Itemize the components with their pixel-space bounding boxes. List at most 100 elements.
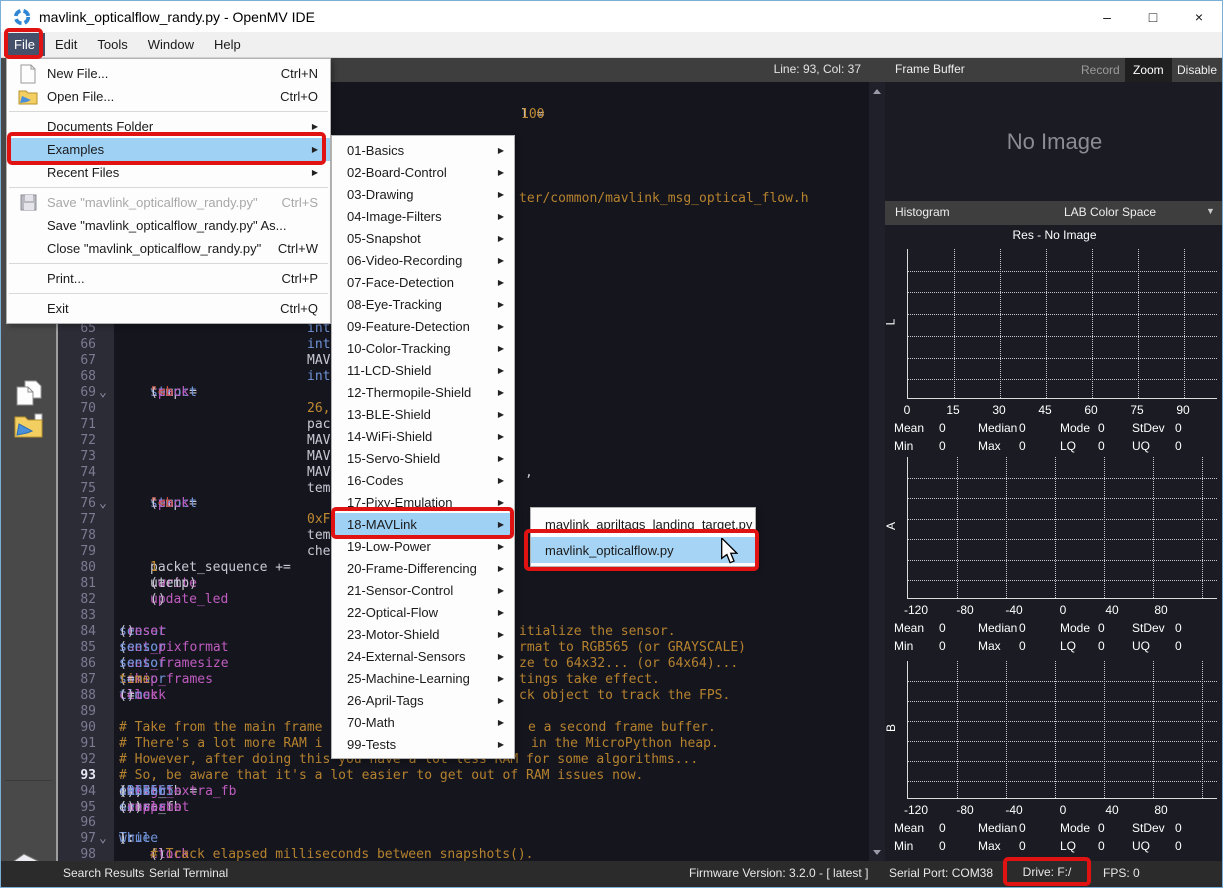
menu-separator [7,260,330,267]
examples-item-16-codes[interactable]: 16-Codes▶ [332,469,514,491]
file-menu-item-open-file[interactable]: Open File...Ctrl+O [7,85,330,108]
examples-item-14-wifi-shield[interactable]: 14-WiFi-Shield ▶ [332,425,514,447]
open-folder-icon [15,89,41,105]
file-menu-item-recent-files[interactable]: Recent Files▶ [7,161,330,184]
examples-item-21-sensor-control[interactable]: 21-Sensor-Control▶ [332,579,514,601]
examples-item-99-tests[interactable]: 99-Tests▶ [332,733,514,755]
stat-max-value: 0 [1019,439,1026,453]
submenu-arrow-icon: ▶ [498,344,504,353]
examples-item-19-low-power[interactable]: 19-Low-Power▶ [332,535,514,557]
file-menu-item-close-mavlink-optic[interactable]: Close "mavlink_opticalflow_randy.py"Ctrl… [7,237,330,260]
menubar-item-window[interactable]: Window [138,33,204,56]
examples-item-10-color-tracking[interactable]: 10-Color-Tracking▶ [332,337,514,359]
firmware-version-status: Firmware Version: 3.2.0 - [ latest ] [689,866,868,880]
submenu-arrow-icon: ▶ [498,410,504,419]
stat-lq-value: 0 [1098,439,1105,453]
examples-item-15-servo-shield[interactable]: 15-Servo-Shield▶ [332,447,514,469]
scroll-up-icon[interactable] [869,84,885,98]
gridline [1184,249,1185,398]
editor-scrollbar[interactable] [869,82,885,861]
gridline [908,478,1217,479]
file-menu-item-examples[interactable]: Examples▶ [7,138,330,161]
disable-button[interactable]: Disable [1169,58,1223,82]
menubar-item-file[interactable]: File [4,33,45,56]
menu-item-label: 17-Pixy-Emulation [347,495,490,510]
examples-item-02-board-control[interactable]: 02-Board-Control▶ [332,161,514,183]
gridline [1153,457,1154,598]
stat-uq-label: UQ [1132,839,1150,853]
examples-item-25-machine-learning[interactable]: 25-Machine-Learning▶ [332,667,514,689]
menubar-item-help[interactable]: Help [204,33,251,56]
file-menu-item-new-file[interactable]: New File...Ctrl+N [7,62,330,85]
examples-item-23-motor-shield[interactable]: 23-Motor-Shield▶ [332,623,514,645]
submenu-arrow-icon: ▶ [498,432,504,441]
examples-item-08-eye-tracking[interactable]: 08-Eye-Tracking▶ [332,293,514,315]
color-space-select[interactable]: LAB Color Space [1064,205,1156,219]
examples-item-07-face-detection[interactable]: 07-Face-Detection▶ [332,271,514,293]
stat-min-label: Min [894,839,913,853]
titlebar: mavlink_opticalflow_randy.py - OpenMV ID… [1,1,1222,32]
fps-status: FPS: 0 [1103,866,1140,880]
tab-search-results[interactable]: Search Results [63,866,144,880]
menu-item-label: Examples [47,142,304,157]
close-button[interactable]: × [1176,1,1222,32]
histogram-plot-l [907,249,1217,399]
examples-item-06-video-recording[interactable]: 06-Video-Recording▶ [332,249,514,271]
mavlink-item-mavlink-opticalflow-py[interactable]: mavlink_opticalflow.py [531,537,755,563]
stat-mean-value: 0 [939,621,946,635]
examples-item-22-optical-flow[interactable]: 22-Optical-Flow▶ [332,601,514,623]
tab-serial-terminal[interactable]: Serial Terminal [149,866,228,880]
examples-item-11-lcd-shield[interactable]: 11-LCD-Shield▶ [332,359,514,381]
scroll-down-icon[interactable] [869,845,885,859]
menu-item-label: 23-Motor-Shield [347,627,490,642]
record-button[interactable]: Record [1073,58,1128,82]
stat-stdev-value: 0 [1175,821,1182,835]
gridline [908,761,1217,762]
examples-item-09-feature-detection[interactable]: 09-Feature-Detection▶ [332,315,514,337]
examples-item-70-math[interactable]: 70-Math▶ [332,711,514,733]
menu-item-label: 05-Snapshot [347,231,490,246]
submenu-arrow-icon: ▶ [498,256,504,265]
histogram-title: Histogram [895,205,950,219]
open-folder-icon[interactable] [1,413,56,439]
examples-item-04-image-filters[interactable]: 04-Image-Filters▶ [332,205,514,227]
examples-item-01-basics[interactable]: 01-Basics▶ [332,139,514,161]
file-menu-item-print[interactable]: Print...Ctrl+P [7,267,330,290]
mavlink-item-mavlink-apriltags-landing-target-py[interactable]: mavlink_apriltags_landing_target.py [531,511,755,537]
submenu-arrow-icon: ▶ [498,168,504,177]
new-file-icon[interactable] [1,379,56,407]
zoom-button[interactable]: Zoom [1125,58,1172,82]
gridline [957,661,958,798]
examples-item-03-drawing[interactable]: 03-Drawing▶ [332,183,514,205]
submenu-arrow-icon: ▶ [498,586,504,595]
examples-item-26-april-tags[interactable]: 26-April-Tags▶ [332,689,514,711]
stat-lq-label: LQ [1060,839,1076,853]
file-menu-item-save-mavlink-optica[interactable]: Save "mavlink_opticalflow_randy.py" As..… [7,214,330,237]
menu-item-label: 70-Math [347,715,490,730]
file-menu-item-documents-folder[interactable]: Documents Folder▶ [7,115,330,138]
menubar-item-edit[interactable]: Edit [45,33,87,56]
examples-item-24-external-sensors[interactable]: 24-External-Sensors▶ [332,645,514,667]
no-image-placeholder: No Image [1007,129,1102,155]
stat-stdev-label: StDev [1132,621,1165,635]
chevron-down-icon[interactable]: ▼ [1206,206,1215,216]
examples-item-13-ble-shield[interactable]: 13-BLE-Shield▶ [332,403,514,425]
examples-item-17-pixy-emulation[interactable]: 17-Pixy-Emulation▶ [332,491,514,513]
examples-item-18-mavlink[interactable]: 18-MAVLink▶ [332,513,514,535]
gridline [1055,661,1056,798]
menu-item-label: 11-LCD-Shield [347,363,490,378]
stat-max-value: 0 [1019,839,1026,853]
menu-item-label: mavlink_apriltags_landing_target.py [545,517,752,532]
maximize-button[interactable]: □ [1130,1,1176,32]
file-menu-item-exit[interactable]: ExitCtrl+Q [7,297,330,320]
menubar-item-tools[interactable]: Tools [87,33,137,56]
file-menu-item-save-mavlink-optica[interactable]: Save "mavlink_opticalflow_randy.py"Ctrl+… [7,191,330,214]
menu-item-shortcut: Ctrl+P [282,271,318,286]
x-tick-label: 75 [1130,403,1143,417]
menu-item-label: 14-WiFi-Shield [347,429,490,444]
examples-item-12-thermopile-shield[interactable]: 12-Thermopile-Shield▶ [332,381,514,403]
examples-item-05-snapshot[interactable]: 05-Snapshot▶ [332,227,514,249]
minimize-button[interactable]: – [1084,1,1130,32]
x-tick-label: 30 [992,403,1005,417]
examples-item-20-frame-differencing[interactable]: 20-Frame-Differencing▶ [332,557,514,579]
